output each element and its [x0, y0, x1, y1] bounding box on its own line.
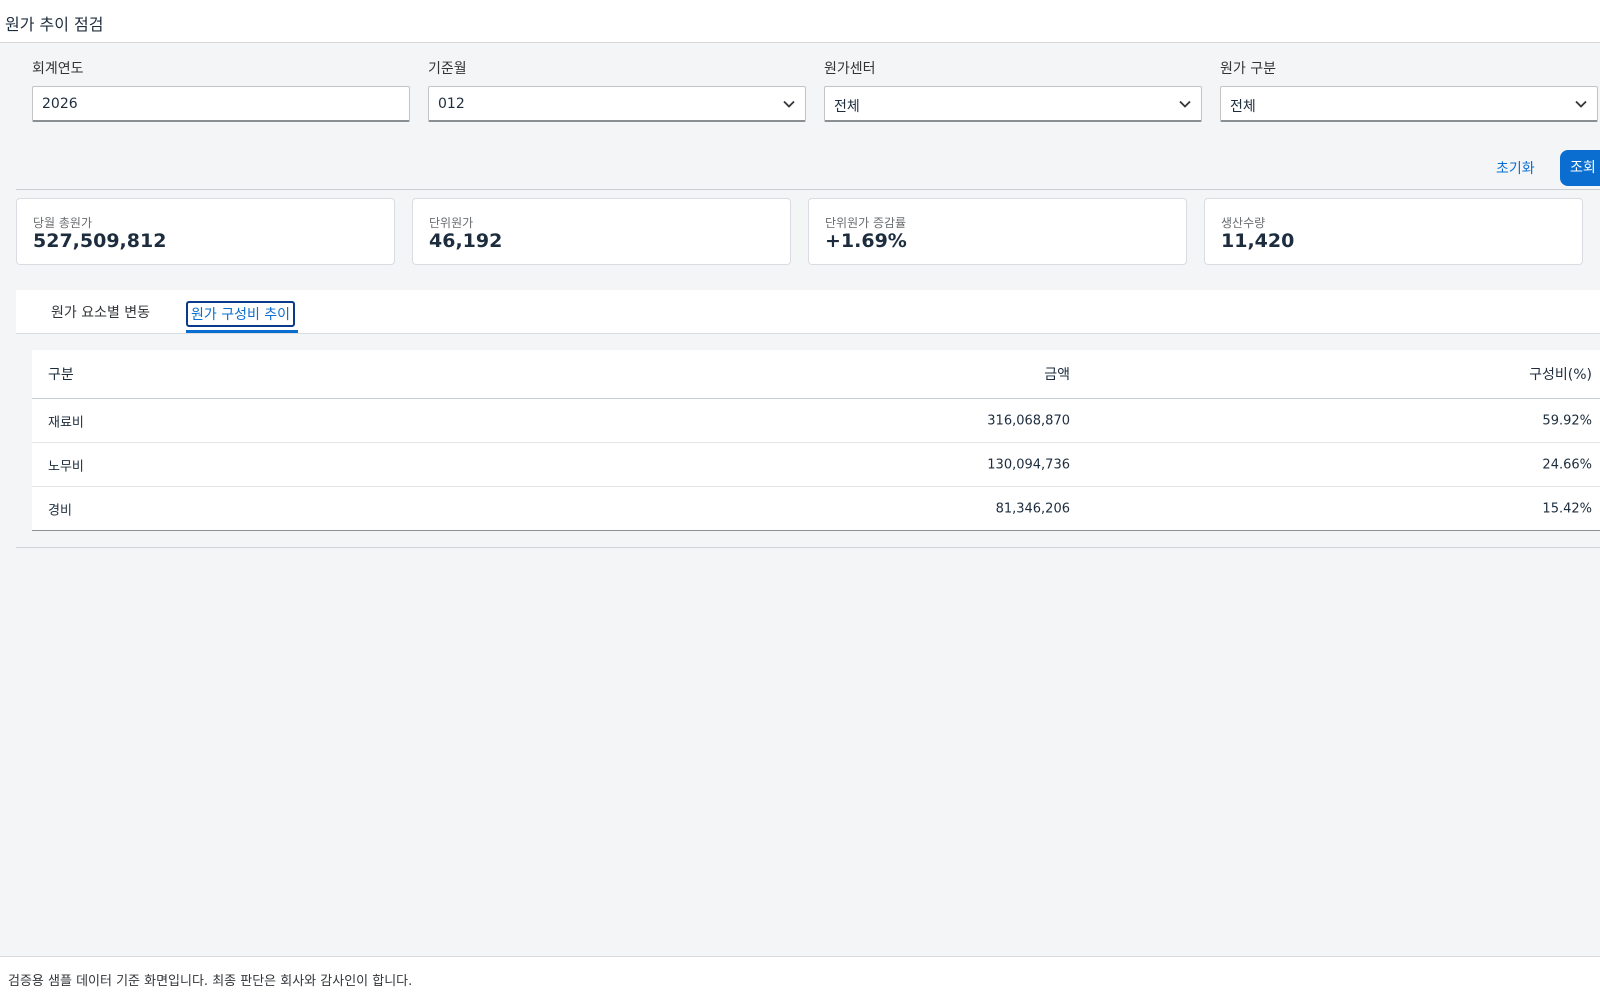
cell-amount: 316,068,870	[987, 413, 1070, 428]
fiscal-year-input[interactable]: 2026	[32, 86, 410, 122]
kpi-label: 생산수량	[1221, 216, 1266, 230]
page-title: 원가 추이 점검	[5, 15, 104, 34]
kpi-label: 단위원가	[429, 216, 474, 230]
footer-note: 검증용 샘플 데이터 기준 화면입니다. 최종 판단은 회사와 감사인이 합니다…	[8, 974, 413, 989]
filter-cost-type: 원가 구분 전체	[1220, 59, 1598, 122]
chevron-down-icon[interactable]	[782, 97, 796, 111]
fiscal-year-value: 2026	[42, 96, 78, 112]
kpi-value: +1.69%	[825, 230, 907, 252]
kpi-label: 당월 총원가	[33, 216, 93, 230]
cost-center-label: 원가센터	[824, 61, 876, 77]
filter-bar: 회계연도 2026 기준월 012 원가센터 전체 원가 구분 전체	[0, 43, 1600, 188]
divider	[16, 547, 1600, 548]
table-row[interactable]: 노무비 130,094,736 24.66%	[32, 443, 1600, 487]
cost-center-value: 전체	[834, 99, 860, 115]
tab-selected-indicator	[186, 330, 298, 333]
cost-composition-table: 구분 금액 구성비(%) 재료비 316,068,870 59.92% 노무비 …	[32, 350, 1600, 531]
column-header-amount: 금액	[1044, 367, 1070, 383]
cell-ratio: 24.66%	[1542, 457, 1592, 472]
chevron-down-icon[interactable]	[1574, 97, 1588, 111]
cost-type-label: 원가 구분	[1220, 61, 1276, 77]
cell-amount: 81,346,206	[995, 501, 1070, 516]
base-month-value: 012	[438, 96, 465, 112]
kpi-value: 527,509,812	[33, 230, 167, 252]
title-bar: 원가 추이 점검	[0, 0, 1600, 43]
tab-bar: 원가 요소별 변동 원가 구성비 추이	[16, 290, 1600, 334]
base-month-select[interactable]: 012	[428, 86, 806, 122]
kpi-label: 단위원가 증감률	[825, 216, 907, 230]
cost-type-select[interactable]: 전체	[1220, 86, 1598, 122]
chevron-down-icon[interactable]	[1178, 97, 1192, 111]
cell-ratio: 15.42%	[1542, 501, 1592, 516]
cost-type-value: 전체	[1230, 99, 1256, 115]
footer: 검증용 샘플 데이터 기준 화면입니다. 최종 판단은 회사와 감사인이 합니다…	[0, 956, 1600, 1000]
table-header-row: 구분 금액 구성비(%)	[32, 350, 1600, 399]
cell-category: 재료비	[48, 415, 84, 430]
kpi-card-unit-cost-change: 단위원가 증감률 +1.69%	[808, 198, 1187, 265]
kpi-card-total-cost: 당월 총원가 527,509,812	[16, 198, 395, 265]
filter-base-month: 기준월 012	[428, 59, 806, 122]
search-button[interactable]: 조회	[1560, 150, 1600, 186]
cell-category: 노무비	[48, 459, 84, 474]
base-month-label: 기준월	[428, 61, 467, 77]
kpi-value: 11,420	[1221, 230, 1295, 252]
cell-ratio: 59.92%	[1542, 413, 1592, 428]
table-row[interactable]: 재료비 316,068,870 59.92%	[32, 399, 1600, 443]
reset-button[interactable]: 초기화	[1488, 152, 1543, 186]
cell-amount: 130,094,736	[987, 457, 1070, 472]
cell-category: 경비	[48, 503, 72, 518]
tab-cost-element-change[interactable]: 원가 요소별 변동	[51, 302, 150, 322]
column-header-ratio: 구성비(%)	[1529, 367, 1592, 383]
kpi-value: 46,192	[429, 230, 503, 252]
tab-cost-composition-trend[interactable]: 원가 구성비 추이	[186, 301, 296, 327]
filter-cost-center: 원가센터 전체	[824, 59, 1202, 122]
divider	[16, 189, 1600, 190]
filter-fiscal-year: 회계연도 2026	[32, 59, 410, 122]
fiscal-year-label: 회계연도	[32, 61, 84, 77]
column-header-category: 구분	[48, 367, 74, 383]
kpi-card-unit-cost: 단위원가 46,192	[412, 198, 791, 265]
table-row[interactable]: 경비 81,346,206 15.42%	[32, 487, 1600, 531]
kpi-card-production-qty: 생산수량 11,420	[1204, 198, 1583, 265]
cost-center-select[interactable]: 전체	[824, 86, 1202, 122]
